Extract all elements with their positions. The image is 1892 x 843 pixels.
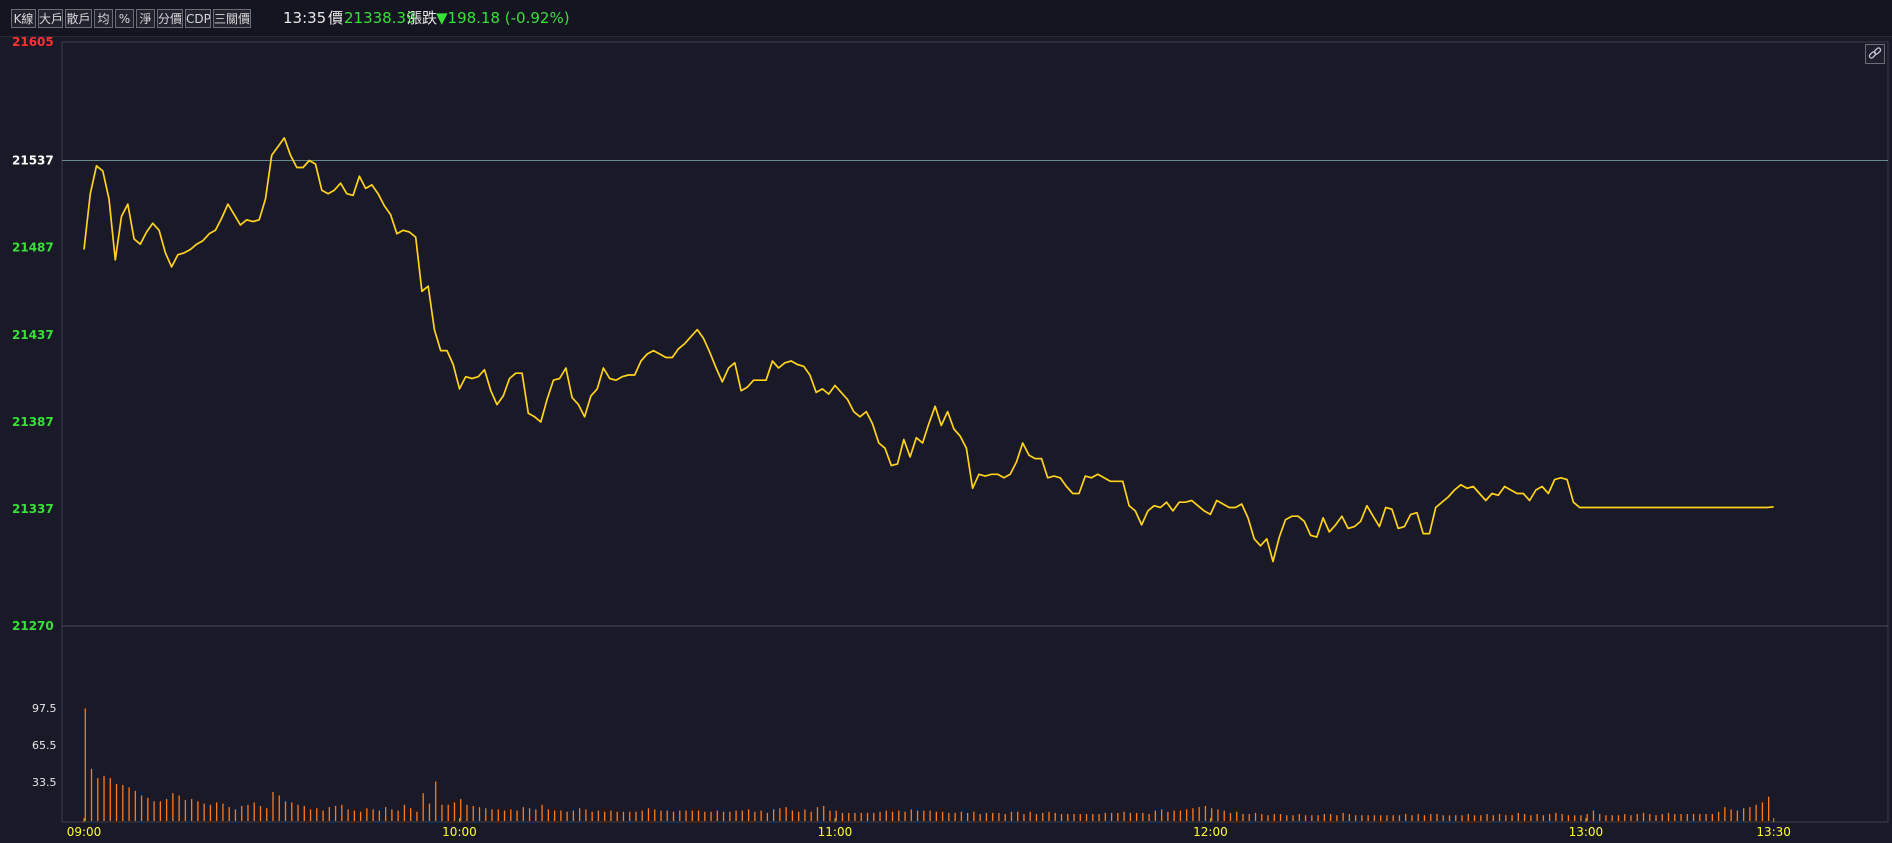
kline-button[interactable]: K線 xyxy=(11,9,36,28)
average-button[interactable]: 均 xyxy=(94,9,113,28)
net-button[interactable]: 淨 xyxy=(136,9,155,28)
change-label: 漲跌 xyxy=(407,9,438,27)
volume-tick-label: 33.5 xyxy=(32,776,57,789)
volume-bars xyxy=(84,708,1770,821)
price-tick-label: 21270 xyxy=(12,619,54,633)
time-tick-label: 10:00 xyxy=(442,825,477,839)
cdp-button[interactable]: CDP xyxy=(185,9,211,28)
intraday-chart: 21605 21537 21487 21437 21387 21337 21270 97.5 6… xyxy=(12,36,1889,839)
plot-border xyxy=(61,41,1889,823)
time-tick-label: 12:00 xyxy=(1193,825,1228,839)
toolbar: K線 大戶 散戶 均 % 淨 分價 CDP 三關價 13:35 價 21338.… xyxy=(0,0,1892,37)
percent-button[interactable]: % xyxy=(115,9,134,28)
volume-tick-label: 65.5 xyxy=(32,739,57,752)
time-tick-label: 09:00 xyxy=(67,825,102,839)
chart-axes xyxy=(61,41,1889,823)
volume-tick-label: 97.5 xyxy=(32,702,57,715)
price-tick-label: 21437 xyxy=(12,328,54,342)
change-value: ▼198.18 (-0.92%) xyxy=(436,9,570,27)
price-value: 21338.39 xyxy=(344,9,416,27)
price-tick-label: 21387 xyxy=(12,415,54,429)
price-tick-label: 21487 xyxy=(12,241,54,255)
price-line xyxy=(83,137,1774,563)
price-tick-label: 21337 xyxy=(12,502,54,516)
price-distribution-button[interactable]: 分價 xyxy=(157,9,183,28)
time-tick-label: 13:00 xyxy=(1569,825,1604,839)
time-tick-label: 11:00 xyxy=(818,825,853,839)
axis-labels: 21605 21537 21487 21437 21387 21337 21270 97.5 6… xyxy=(12,36,1791,839)
price-label: 價 xyxy=(328,9,344,27)
large-holder-button[interactable]: 大戶 xyxy=(38,9,63,28)
retail-holder-button[interactable]: 散戶 xyxy=(65,9,92,28)
time-tick-label: 13:30 xyxy=(1756,825,1791,839)
price-tick-label: 21537 xyxy=(12,154,54,168)
current-time: 13:35 xyxy=(283,9,327,27)
three-levels-button[interactable]: 三關價 xyxy=(213,9,251,28)
price-line-layer xyxy=(83,137,1774,563)
price-tick-label: 21605 xyxy=(12,36,54,49)
